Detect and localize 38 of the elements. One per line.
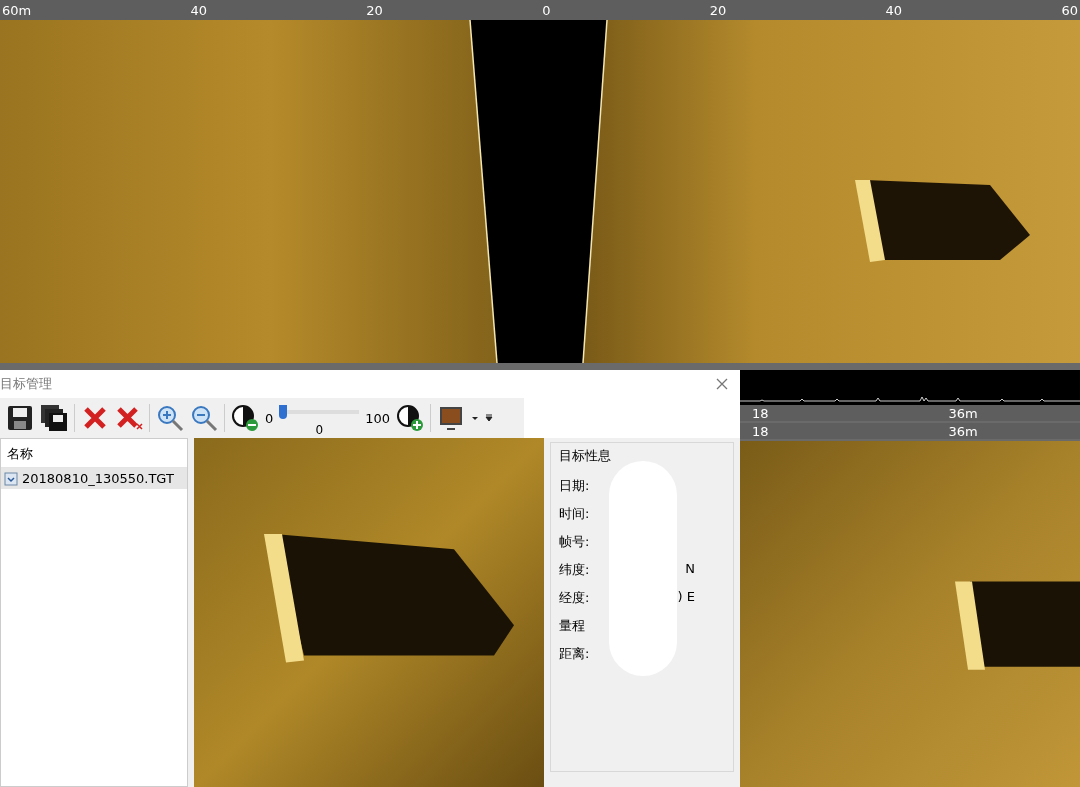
zoom-out-icon[interactable] <box>190 404 218 432</box>
field-label: 日期: <box>559 477 590 495</box>
close-icon[interactable] <box>716 378 728 390</box>
delete-all-icon[interactable] <box>115 404 143 432</box>
window-title: 目标管理 <box>0 375 52 393</box>
ruler-label: 20 <box>366 2 383 18</box>
overflow-icon[interactable] <box>485 414 494 422</box>
field-label: 时间: <box>559 505 590 523</box>
contrast-increase-icon[interactable] <box>396 404 425 432</box>
field-value: ) E <box>677 589 695 606</box>
slider-thumb[interactable] <box>279 405 288 419</box>
field-label: 经度: <box>559 589 590 607</box>
ruler-label: 18 <box>752 405 769 421</box>
save-all-icon[interactable] <box>40 404 68 432</box>
field-label: 纬度: <box>559 561 590 579</box>
file-icon <box>4 471 18 486</box>
file-list-item[interactable]: 20180810_130550.TGT <box>1 468 187 489</box>
caret-icon[interactable] <box>471 414 480 422</box>
contrast-min-label: 0 <box>265 410 274 426</box>
ruler-label: 36m <box>948 423 978 439</box>
ruler-label: 0 <box>542 2 551 18</box>
zoom-in-icon[interactable] <box>156 404 184 432</box>
ruler-label: 18 <box>752 423 769 439</box>
group-title: 目标性息 <box>559 447 612 465</box>
slider-value: 0 <box>315 423 324 437</box>
ruler-label: 60 <box>1061 2 1078 18</box>
ruler-label: 36m <box>948 405 978 421</box>
ruler-label: 40 <box>885 2 903 18</box>
field-value: N <box>685 561 695 578</box>
ruler-label: 60m <box>2 2 32 18</box>
save-icon[interactable] <box>6 404 34 432</box>
contrast-max-label: 100 <box>365 410 391 426</box>
ruler-label: 40 <box>190 2 208 18</box>
field-label: 量程 <box>559 617 585 635</box>
ruler-label: 20 <box>709 2 727 18</box>
field-label: 帧号: <box>559 533 590 551</box>
field-label: 距离: <box>559 645 590 663</box>
contrast-decrease-icon[interactable] <box>231 404 259 432</box>
